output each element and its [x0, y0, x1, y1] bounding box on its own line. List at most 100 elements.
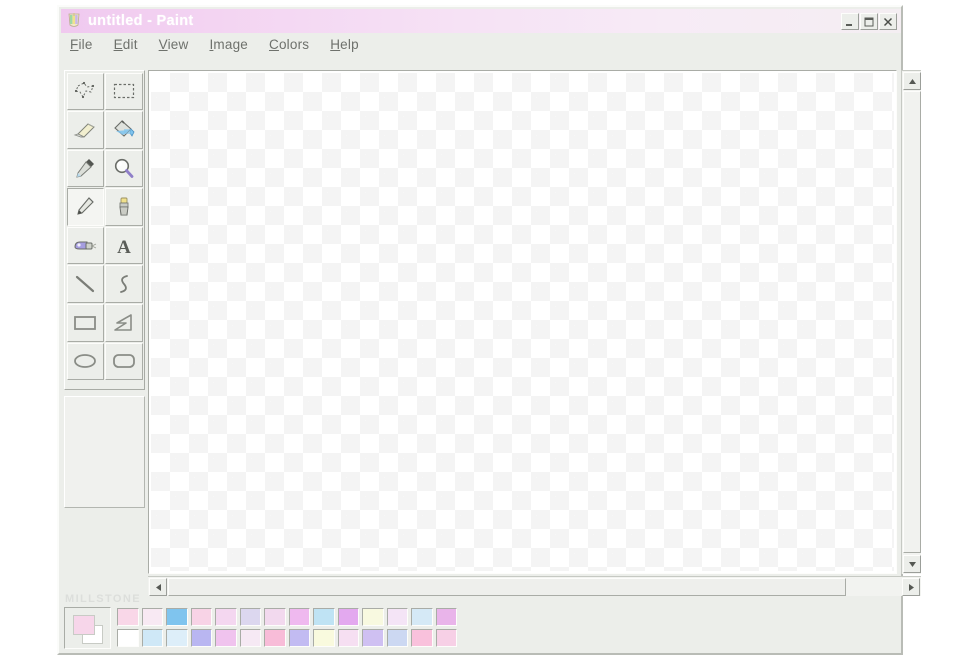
palette-swatch[interactable]: [263, 628, 288, 649]
text-tool[interactable]: A: [105, 226, 143, 265]
menu-item-help[interactable]: Help: [330, 35, 370, 54]
palette-swatch-color: [288, 629, 310, 647]
rectangle-select-icon: [112, 81, 136, 101]
palette-swatch[interactable]: [288, 628, 313, 649]
palette-swatch-color: [411, 629, 433, 647]
airbrush-icon: [72, 235, 98, 257]
palette-swatch-color: [337, 629, 359, 647]
minimize-button[interactable]: [841, 12, 859, 30]
ellipse-icon: [72, 351, 98, 371]
app-root: untitled - Paint File Edit View Image Co…: [0, 0, 960, 667]
magnifier-tool[interactable]: [105, 149, 143, 188]
palette-swatch[interactable]: [190, 607, 215, 628]
palette-swatch[interactable]: [141, 628, 166, 649]
palette-swatch-color: [362, 629, 384, 647]
palette-swatch-color: [166, 629, 188, 647]
palette-swatch-color: [435, 608, 457, 626]
line-tool[interactable]: [66, 265, 104, 304]
palette-swatch[interactable]: [410, 607, 435, 628]
palette-swatch[interactable]: [361, 607, 386, 628]
svg-text:A: A: [117, 237, 131, 257]
eraser-tool[interactable]: [66, 111, 104, 149]
palette-swatch[interactable]: [312, 628, 337, 649]
palette-swatch-color: [386, 629, 408, 647]
palette-swatch-color: [141, 608, 163, 626]
horizontal-scroll-thumb[interactable]: [168, 578, 846, 596]
paint-bucket-icon: [111, 119, 137, 141]
maximize-button[interactable]: [860, 12, 878, 30]
title-bar[interactable]: untitled - Paint: [61, 9, 901, 33]
drawing-canvas[interactable]: [151, 73, 894, 571]
horizontal-scrollbar[interactable]: [148, 576, 921, 596]
curve-tool[interactable]: [105, 265, 143, 304]
menu-label-edit: dit: [122, 36, 138, 52]
tool-options-panel[interactable]: [64, 396, 145, 508]
fill-tool[interactable]: [105, 111, 143, 149]
palette-swatch[interactable]: [116, 628, 141, 649]
palette-swatch[interactable]: [165, 628, 190, 649]
menu-item-file[interactable]: File: [70, 35, 104, 54]
palette-swatch-color: [386, 608, 408, 626]
pencil-tool[interactable]: [66, 188, 104, 226]
palette-swatch[interactable]: [214, 628, 239, 649]
paint-window: untitled - Paint File Edit View Image Co…: [57, 5, 921, 655]
menu-label-colors: olors: [278, 36, 310, 52]
menu-label-help: elp: [340, 36, 359, 52]
palette-swatch[interactable]: [337, 607, 362, 628]
menu-item-edit[interactable]: Edit: [114, 35, 149, 54]
vertical-scrollbar[interactable]: [901, 70, 921, 574]
close-button[interactable]: [879, 12, 897, 30]
foreground-color-swatch[interactable]: [73, 615, 95, 635]
rectangle-select-tool[interactable]: [105, 72, 143, 111]
palette-swatch-color: [313, 629, 335, 647]
vertical-scroll-thumb[interactable]: [903, 91, 921, 553]
palette-swatch[interactable]: [386, 628, 411, 649]
palette-swatch[interactable]: [288, 607, 313, 628]
palette-swatch[interactable]: [165, 607, 190, 628]
polygon-tool[interactable]: [105, 304, 143, 342]
palette-swatch-color: [337, 608, 359, 626]
line-icon: [73, 273, 97, 295]
ellipse-tool[interactable]: [66, 342, 104, 381]
palette-swatch[interactable]: [337, 628, 362, 649]
palette-swatch[interactable]: [361, 628, 386, 649]
palette-swatch[interactable]: [214, 607, 239, 628]
rounded-rectangle-tool[interactable]: [105, 342, 143, 381]
palette-swatch[interactable]: [116, 607, 141, 628]
brush-tool[interactable]: [105, 188, 143, 226]
polygon-icon: [112, 312, 136, 334]
palette-swatch-color: [190, 629, 212, 647]
tool-grid: A: [64, 70, 145, 390]
palette-swatch-color: [411, 608, 433, 626]
paintbrush-icon: [113, 196, 135, 218]
palette-swatch[interactable]: [141, 607, 166, 628]
palette-swatch-color: [117, 629, 139, 647]
rectangle-tool[interactable]: [66, 304, 104, 342]
palette-swatch[interactable]: [312, 607, 337, 628]
menu-item-view[interactable]: View: [159, 35, 200, 54]
scroll-up-icon[interactable]: [903, 72, 921, 90]
palette-swatch[interactable]: [386, 607, 411, 628]
palette-swatch[interactable]: [239, 628, 264, 649]
magnifier-icon: [112, 157, 136, 179]
airbrush-tool[interactable]: [66, 226, 104, 265]
pick-color-tool[interactable]: [66, 149, 104, 188]
palette-swatch[interactable]: [239, 607, 264, 628]
menu-item-colors[interactable]: Colors: [269, 35, 320, 54]
palette-swatch[interactable]: [435, 607, 460, 628]
scroll-left-icon[interactable]: [149, 578, 167, 596]
toolbox: A: [64, 70, 145, 511]
palette-swatch[interactable]: [435, 628, 460, 649]
scroll-right-icon[interactable]: [902, 578, 920, 596]
palette-swatch[interactable]: [190, 628, 215, 649]
free-form-select-tool[interactable]: [66, 72, 104, 111]
color-indicator[interactable]: [64, 607, 111, 649]
menu-item-image[interactable]: Image: [209, 35, 259, 54]
window-title: untitled - Paint: [88, 13, 194, 29]
menu-bar: File Edit View Image Colors Help: [61, 33, 901, 55]
scroll-down-icon[interactable]: [903, 555, 921, 573]
palette-swatch[interactable]: [263, 607, 288, 628]
window-controls: [841, 12, 897, 30]
palette-swatch-color: [215, 629, 237, 647]
palette-swatch[interactable]: [410, 628, 435, 649]
